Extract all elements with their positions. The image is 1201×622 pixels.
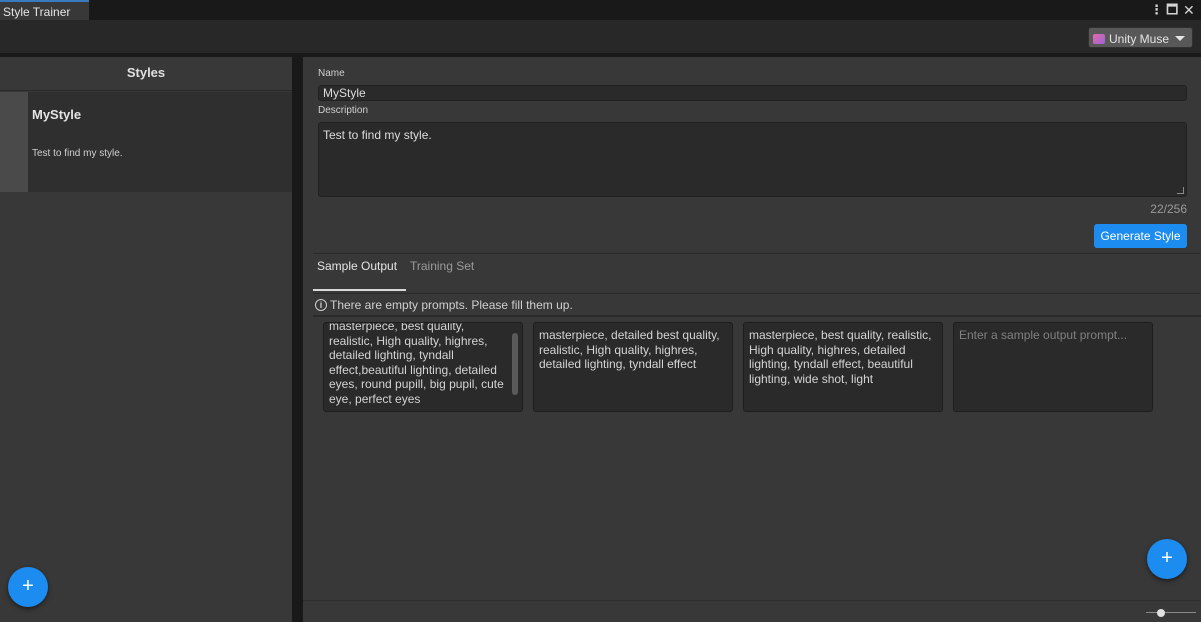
info-icon: i (315, 299, 327, 311)
style-description: Test to find my style. (32, 148, 123, 159)
styles-panel: Styles MyStyle Test to find my style. + (0, 57, 292, 622)
tab-style-trainer[interactable]: Style Trainer (0, 0, 89, 20)
close-icon[interactable]: ✕ (1183, 2, 1195, 18)
zoom-slider[interactable] (1146, 609, 1196, 617)
description-label: Description (318, 105, 369, 116)
slider-thumb[interactable] (1157, 609, 1165, 617)
more-options-icon[interactable]: ⋮ (1150, 2, 1163, 18)
sample-prompt-field[interactable]: masterpiece, best quality, realistic, Hi… (743, 322, 943, 412)
prompt-text: masterpiece, detailed best quality, real… (539, 328, 720, 371)
style-details-panel: Name MyStyle Description Test to find my… (303, 57, 1201, 622)
add-prompt-button[interactable]: + (1147, 539, 1187, 579)
toolbar: Unity Muse (0, 20, 1201, 53)
character-count: 22/256 (1150, 202, 1187, 216)
prompt-text: masterpiece, best quality, realistic, Hi… (329, 322, 504, 406)
style-name: MyStyle (32, 107, 82, 122)
description-text: Test to find my style. (323, 128, 432, 142)
style-list-item[interactable]: MyStyle Test to find my style. (0, 92, 292, 192)
style-trainer-window: Style Trainer ⋮ 🗖 ✕ Unity Muse Styles My… (0, 0, 1201, 622)
divider (313, 315, 1201, 317)
divider (313, 253, 1201, 254)
scrollbar[interactable] (512, 333, 518, 395)
description-field[interactable]: Test to find my style. (318, 122, 1187, 197)
styles-header: Styles (0, 57, 292, 91)
name-label: Name (318, 68, 345, 79)
sample-prompt-field[interactable]: Enter a sample output prompt... (953, 322, 1153, 412)
tab-sample-output[interactable]: Sample Output (317, 259, 397, 273)
divider (303, 600, 1201, 601)
resize-grip-icon[interactable] (1177, 187, 1184, 194)
tab-training-set[interactable]: Training Set (410, 259, 474, 273)
empty-prompts-warning: i There are empty prompts. Please fill t… (315, 298, 573, 312)
unity-muse-dropdown[interactable]: Unity Muse (1088, 27, 1193, 48)
dropdown-label: Unity Muse (1109, 32, 1170, 46)
maximize-icon[interactable]: 🗖 (1166, 2, 1178, 18)
chevron-down-icon (1175, 36, 1185, 41)
prompt-text: masterpiece, best quality, realistic, Hi… (749, 328, 932, 386)
panel-splitter[interactable] (292, 57, 303, 622)
generate-style-button[interactable]: Generate Style (1094, 224, 1187, 248)
muse-logo-icon (1093, 34, 1105, 44)
sample-prompt-field[interactable]: masterpiece, best quality, realistic, Hi… (323, 322, 523, 412)
selected-tab-indicator (313, 289, 406, 291)
divider (313, 293, 1201, 294)
prompt-placeholder: Enter a sample output prompt... (959, 328, 1128, 342)
sample-prompt-field[interactable]: masterpiece, detailed best quality, real… (533, 322, 733, 412)
slider-track (1146, 612, 1196, 613)
name-field[interactable]: MyStyle (318, 85, 1187, 101)
warning-text: There are empty prompts. Please fill the… (330, 298, 573, 312)
add-style-button[interactable]: + (8, 567, 48, 607)
style-thumbnail (0, 92, 28, 192)
window-tab-strip: Style Trainer ⋮ 🗖 ✕ (0, 0, 1201, 20)
